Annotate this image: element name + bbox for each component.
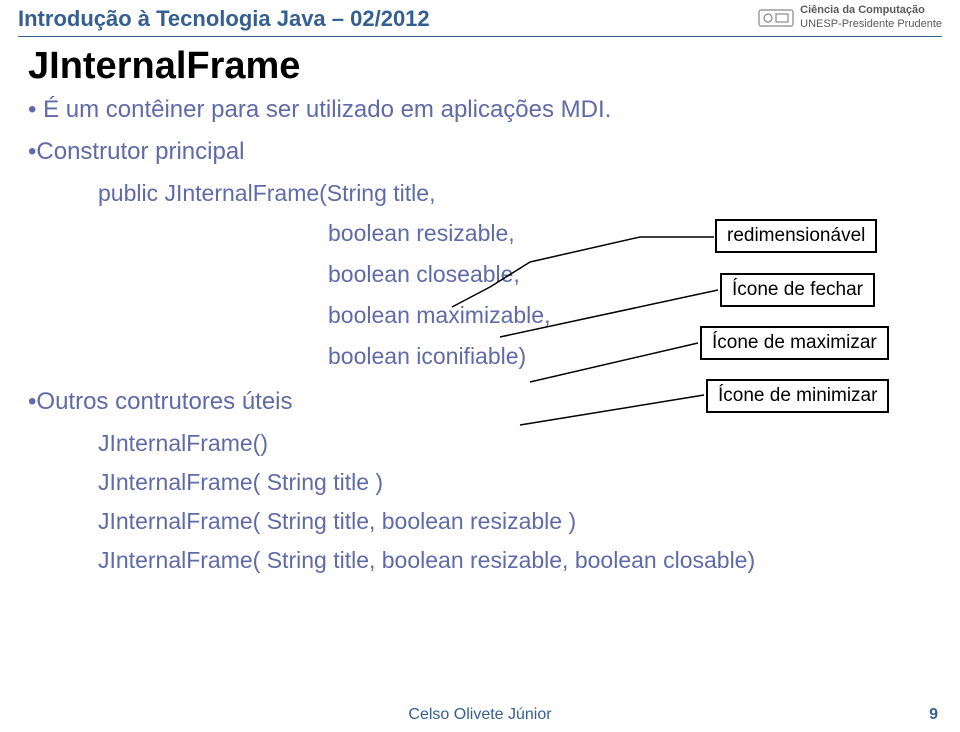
department-block: Ciência da Computação UNESP-Presidente P… xyxy=(758,4,942,32)
constructor-signature: public JInternalFrame(String title, xyxy=(28,180,932,206)
label-icone-fechar: Ícone de fechar xyxy=(720,273,875,307)
slide-content: JInternalFrame • É um contêiner para ser… xyxy=(0,37,960,574)
label-icone-maximizar: Ícone de maximizar xyxy=(700,326,889,360)
ctor-title: JInternalFrame( String title ) xyxy=(28,469,932,496)
slide-header: Introdução à Tecnologia Java – 02/2012 C… xyxy=(0,0,960,32)
course-title: Introdução à Tecnologia Java – 02/2012 xyxy=(18,6,430,32)
footer-author: Celso Olivete Júnior xyxy=(0,706,960,724)
page-title: JInternalFrame xyxy=(28,45,932,88)
ctor-title-resizable-closable: JInternalFrame( String title, boolean re… xyxy=(28,547,932,574)
unesp-logo-icon xyxy=(758,4,794,32)
ctor-noarg: JInternalFrame() xyxy=(28,430,932,457)
label-icone-minimizar: Ícone de minimizar xyxy=(706,379,889,413)
dept-line2: UNESP-Presidente Prudente xyxy=(800,18,942,32)
label-redimensionavel: redimensionável xyxy=(715,219,877,253)
page-number: 9 xyxy=(929,706,938,724)
intro-bullet: • É um contêiner para ser utilizado em a… xyxy=(28,96,932,124)
ctor-title-resizable: JInternalFrame( String title, boolean re… xyxy=(28,508,932,535)
dept-line1: Ciência da Computação xyxy=(800,4,942,18)
constructor-principal-bullet: •Construtor principal xyxy=(28,138,932,166)
